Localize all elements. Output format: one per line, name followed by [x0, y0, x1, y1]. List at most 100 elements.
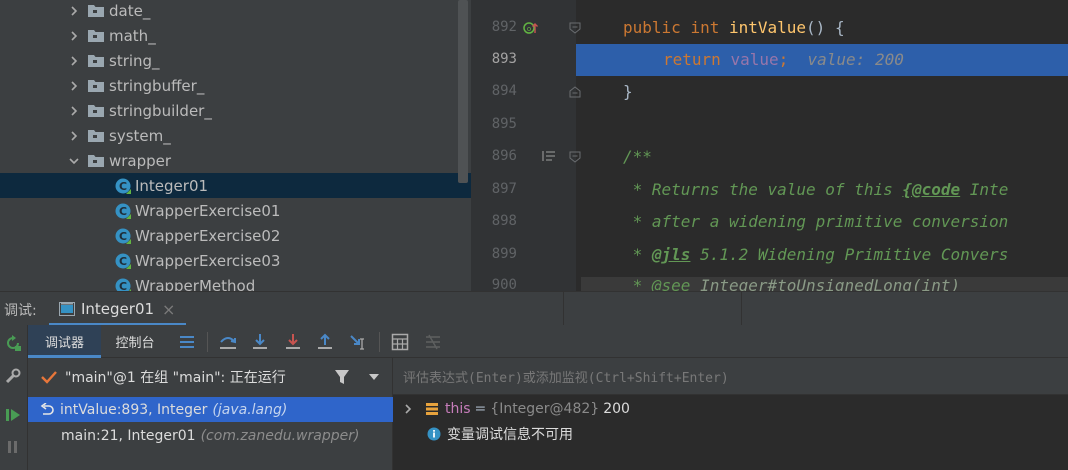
line-number: 898 [491, 213, 517, 229]
evaluate-expression-button[interactable] [388, 330, 412, 354]
line-number: 892 [491, 19, 517, 35]
tree-item-wrapperexercise02[interactable]: C WrapperExercise02 [0, 223, 471, 248]
step-out-button[interactable] [313, 330, 337, 354]
filter-icon[interactable] [334, 369, 350, 385]
java-class-icon: C [115, 203, 131, 219]
run-to-cursor-icon [350, 335, 364, 350]
tab-debugger[interactable]: 调试器 [28, 325, 101, 358]
frame-name: main:21, Integer01 [61, 427, 196, 444]
line-number: 896 [491, 148, 517, 164]
tree-item-stringbuilder[interactable]: stringbuilder_ [0, 98, 471, 123]
frame-name: intValue:893, Integer [60, 401, 208, 418]
frames-panel: "main"@1 在组 "main": 正在运行 intValue:893, I… [28, 358, 393, 470]
line-number: 893 [491, 51, 517, 67]
tree-item-wrapperexercise01[interactable]: C WrapperExercise01 [0, 198, 471, 223]
debug-tool-window-header: 调试: Integer01 × [0, 291, 1068, 326]
tree-item-wrapper[interactable]: wrapper [0, 148, 471, 173]
folder-icon [88, 154, 104, 167]
tree-item-label: stringbuilder_ [109, 101, 212, 120]
tree-item-integer01[interactable]: C Integer01 [0, 173, 471, 198]
resume-icon [6, 409, 20, 421]
render-doc-icon[interactable] [542, 150, 556, 166]
variables-info-row: 变量调试信息不可用 [393, 421, 1068, 446]
code-line-900[interactable]: 900 * @see Integer#toUnsignedLong(int) [471, 270, 1068, 291]
line-number: 899 [491, 246, 517, 262]
code-line-895[interactable]: 895 [471, 109, 1068, 141]
java-class-icon: C [115, 278, 131, 291]
tree-item-string[interactable]: string_ [0, 48, 471, 73]
tree-item-label: WrapperExercise02 [135, 226, 281, 245]
layout-menu-button[interactable] [175, 330, 199, 354]
frame-package: (com.zanedu.wrapper) [200, 427, 360, 444]
java-class-icon: C [115, 228, 131, 244]
code-text: * @see Integer#toUnsignedLong(int) [623, 276, 961, 291]
code-text: * after a widening primitive conversion [623, 212, 1009, 231]
settings-button[interactable] [2, 365, 24, 387]
fold-icon[interactable] [569, 86, 581, 98]
debug-session-tab[interactable]: Integer01 × [49, 292, 186, 326]
force-step-into-icon [286, 334, 300, 349]
line-number: 895 [491, 116, 517, 132]
code-text: /** [623, 147, 652, 166]
step-into-button[interactable] [248, 330, 272, 354]
frame-row-main[interactable]: main:21, Integer01 (com.zanedu.wrapper) [28, 423, 393, 448]
wrench-icon [5, 368, 21, 384]
tree-item-system[interactable]: system_ [0, 123, 471, 148]
folder-icon [88, 129, 104, 142]
force-step-into-button[interactable] [281, 330, 305, 354]
pause-icon [8, 441, 17, 453]
fold-icon[interactable] [569, 151, 581, 163]
info-message: 变量调试信息不可用 [447, 426, 573, 443]
tree-item-wrapperexercise03[interactable]: C WrapperExercise03 [0, 248, 471, 273]
svg-text:C: C [119, 205, 127, 218]
variable-this[interactable]: this = {Integer@482} 200 [393, 396, 1068, 421]
session-tab-label: Integer01 [81, 300, 155, 318]
evaluate-expression-input[interactable]: 评估表达式(Enter)或添加监视(Ctrl+Shift+Enter) [393, 358, 1068, 395]
close-icon[interactable]: × [162, 300, 175, 319]
code-line-893-current[interactable]: 893 return value; value: 200 [471, 44, 1068, 76]
tree-item-stringbuffer[interactable]: stringbuffer_ [0, 73, 471, 98]
tree-item-label: math_ [109, 26, 156, 45]
resume-button[interactable] [2, 404, 24, 426]
tree-scrollbar[interactable] [458, 0, 468, 183]
pause-button[interactable] [2, 436, 24, 458]
chevron-right-icon[interactable] [67, 129, 81, 143]
step-out-icon [318, 333, 332, 349]
variable-name: this [445, 400, 471, 417]
code-editor[interactable]: 892 o public int intValue() { 893 return… [471, 0, 1068, 291]
chevron-right-icon[interactable] [67, 4, 81, 18]
thread-selector[interactable]: "main"@1 在组 "main": 正在运行 [28, 358, 393, 396]
chevron-down-icon[interactable] [368, 373, 380, 381]
chevron-right-icon[interactable] [403, 403, 413, 414]
code-line-898[interactable]: 898 * after a widening primitive convers… [471, 206, 1068, 238]
rerun-icon [7, 335, 21, 351]
code-line-894[interactable]: 894 } [471, 76, 1068, 108]
fold-icon[interactable] [569, 22, 581, 34]
tab-console[interactable]: 控制台 [101, 325, 169, 358]
code-text: * Returns the value of this {@code Inte [623, 180, 1009, 199]
rerun-button[interactable] [2, 332, 24, 354]
override-marker-icon[interactable]: o [523, 20, 539, 40]
tree-item-math[interactable]: math_ [0, 23, 471, 48]
chevron-right-icon[interactable] [67, 79, 81, 93]
tree-item-date[interactable]: date_ [0, 0, 471, 23]
chevron-right-icon[interactable] [67, 29, 81, 43]
chevron-down-icon[interactable] [67, 154, 81, 168]
code-line-896[interactable]: 896 /** [471, 141, 1068, 173]
code-text: * @jls 5.1.2 Widening Primitive Convers [623, 245, 1009, 264]
debug-side-toolbar [0, 325, 28, 470]
trace-stream-icon [426, 334, 440, 350]
code-line-899[interactable]: 899 * @jls 5.1.2 Widening Primitive Conv… [471, 239, 1068, 271]
code-line-897[interactable]: 897 * Returns the value of this {@code I… [471, 174, 1068, 206]
tree-item-wrappermethod[interactable]: C WrapperMethod [0, 273, 471, 291]
frame-row-intvalue[interactable]: intValue:893, Integer (java.lang) [28, 397, 393, 422]
run-to-cursor-button[interactable] [346, 330, 370, 354]
code-line-892[interactable]: 892 o public int intValue() { [471, 12, 1068, 44]
step-over-button[interactable] [216, 330, 240, 354]
inline-debug-value: value: 200 [807, 50, 904, 69]
tree-item-label: stringbuffer_ [109, 76, 205, 95]
frame-package: (java.lang) [212, 401, 288, 418]
chevron-right-icon[interactable] [67, 104, 81, 118]
variable-value: 200 [603, 400, 630, 417]
chevron-right-icon[interactable] [67, 54, 81, 68]
